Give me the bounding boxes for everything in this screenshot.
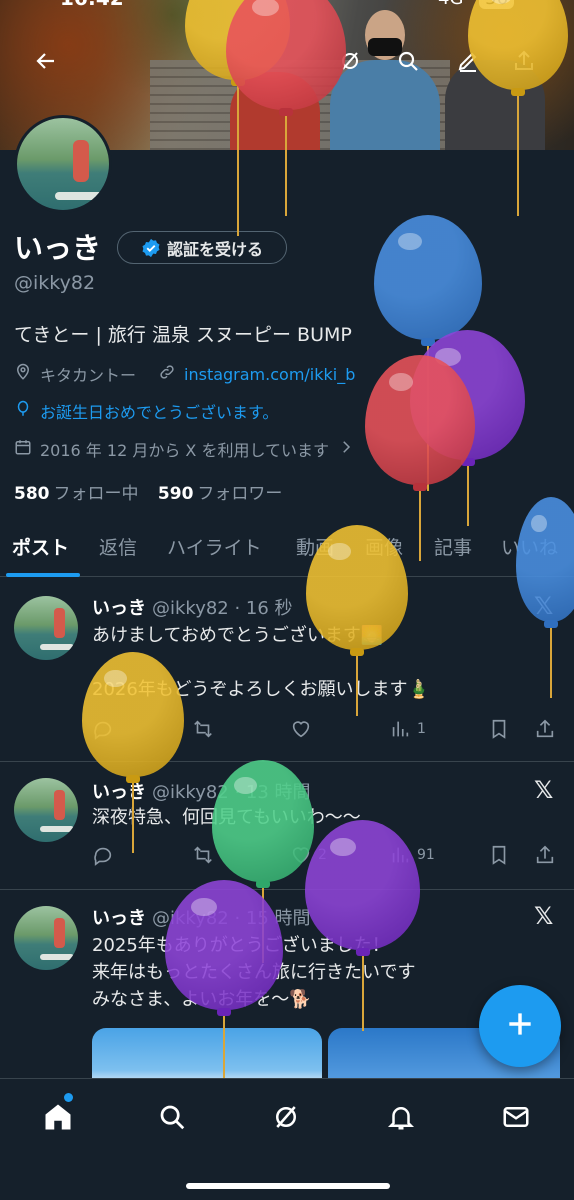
avatar-board bbox=[55, 192, 105, 200]
views-icon[interactable]: 1 bbox=[389, 718, 426, 740]
post-author-name[interactable]: いっき bbox=[92, 782, 146, 803]
post-header: いっき @ikky82 · 16 秒 bbox=[92, 594, 293, 620]
signal-label: 4G bbox=[438, 0, 463, 9]
birthday-row: お誕生日おめでとうございます。 bbox=[14, 399, 278, 423]
followers-label: フォロワー bbox=[197, 484, 283, 504]
share-post-icon[interactable] bbox=[534, 844, 556, 866]
joined-row[interactable]: 2016 年 12 月から X を利用しています bbox=[14, 437, 355, 461]
balloon-icon bbox=[14, 400, 32, 422]
profile-link[interactable]: instagram.com/ikki_b bbox=[184, 365, 355, 384]
tab-posts[interactable]: ポスト bbox=[12, 533, 69, 560]
profile-tabs: ポスト 返信 ハイライト 動画 画像 記事 いいね bbox=[0, 525, 574, 577]
plus-icon bbox=[504, 1008, 536, 1044]
profile-name: いっき bbox=[14, 231, 102, 265]
home-indicator bbox=[186, 1183, 390, 1189]
chevron-right-icon bbox=[337, 438, 355, 460]
post-author-name[interactable]: いっき bbox=[92, 598, 146, 619]
grok-icon[interactable] bbox=[266, 1097, 306, 1137]
followers-count: 590 bbox=[157, 484, 194, 504]
home-icon[interactable] bbox=[38, 1097, 78, 1137]
views-count: 91 bbox=[417, 847, 435, 863]
calendar-icon bbox=[14, 438, 32, 460]
home-notification-dot bbox=[64, 1093, 73, 1102]
x-logo-icon: 𝕏 bbox=[534, 776, 554, 804]
active-tab-indicator bbox=[6, 573, 80, 577]
status-time: 16:42 bbox=[60, 0, 124, 10]
bookmark-icon[interactable] bbox=[488, 718, 510, 740]
messages-icon[interactable] bbox=[496, 1097, 536, 1137]
following-link[interactable]: 580 フォロー中 bbox=[14, 484, 139, 504]
share-post-icon[interactable] bbox=[534, 718, 556, 740]
profile-meta-row: キタカントー instagram.com/ikki_b bbox=[14, 362, 355, 386]
post-avatar[interactable] bbox=[14, 596, 78, 660]
following-count: 580 bbox=[14, 484, 50, 504]
profile-avatar[interactable] bbox=[14, 115, 112, 213]
verified-badge-icon bbox=[141, 238, 161, 258]
views-count: 1 bbox=[417, 721, 426, 737]
avatar-figure bbox=[73, 140, 89, 182]
profile-joined: 2016 年 12 月から X を利用しています bbox=[40, 441, 329, 460]
search-icon[interactable] bbox=[152, 1097, 192, 1137]
notifications-icon[interactable] bbox=[381, 1097, 421, 1137]
reply-icon[interactable] bbox=[92, 844, 114, 866]
bottom-navigation bbox=[0, 1078, 574, 1200]
post-avatar[interactable] bbox=[14, 778, 78, 842]
profile-birthday: お誕生日おめでとうございます。 bbox=[40, 403, 279, 422]
post-avatar[interactable] bbox=[14, 906, 78, 970]
search-icon[interactable] bbox=[392, 45, 424, 77]
link-icon bbox=[158, 363, 176, 385]
profile-location: キタカントー bbox=[40, 366, 137, 385]
bookmark-icon[interactable] bbox=[488, 844, 510, 866]
x-logo-icon: 𝕏 bbox=[534, 902, 554, 930]
followers-link[interactable]: 590 フォロワー bbox=[158, 484, 283, 504]
verify-button-label: 認証を受ける bbox=[166, 239, 263, 259]
verify-button[interactable]: 認証を受ける bbox=[117, 231, 287, 264]
tab-articles[interactable]: 記事 bbox=[434, 533, 472, 560]
back-arrow-icon[interactable] bbox=[30, 45, 62, 77]
location-icon bbox=[14, 363, 32, 385]
post-meta: @ikky82 · 16 秒 bbox=[152, 598, 293, 619]
repost-icon[interactable] bbox=[192, 718, 220, 740]
follow-stats: 580 フォロー中 590 フォロワー bbox=[14, 479, 282, 504]
tab-replies[interactable]: 返信 bbox=[99, 533, 137, 560]
like-icon[interactable] bbox=[290, 718, 318, 740]
tab-highlights[interactable]: ハイライト bbox=[167, 533, 262, 560]
compose-fab-button[interactable] bbox=[479, 985, 561, 1067]
profile-handle: @ikky82 bbox=[14, 272, 96, 294]
profile-bio: てきとー | 旅行 温泉 スヌーピー BUMP bbox=[14, 324, 352, 346]
post-author-name[interactable]: いっき bbox=[92, 908, 146, 929]
following-label: フォロー中 bbox=[53, 484, 139, 504]
